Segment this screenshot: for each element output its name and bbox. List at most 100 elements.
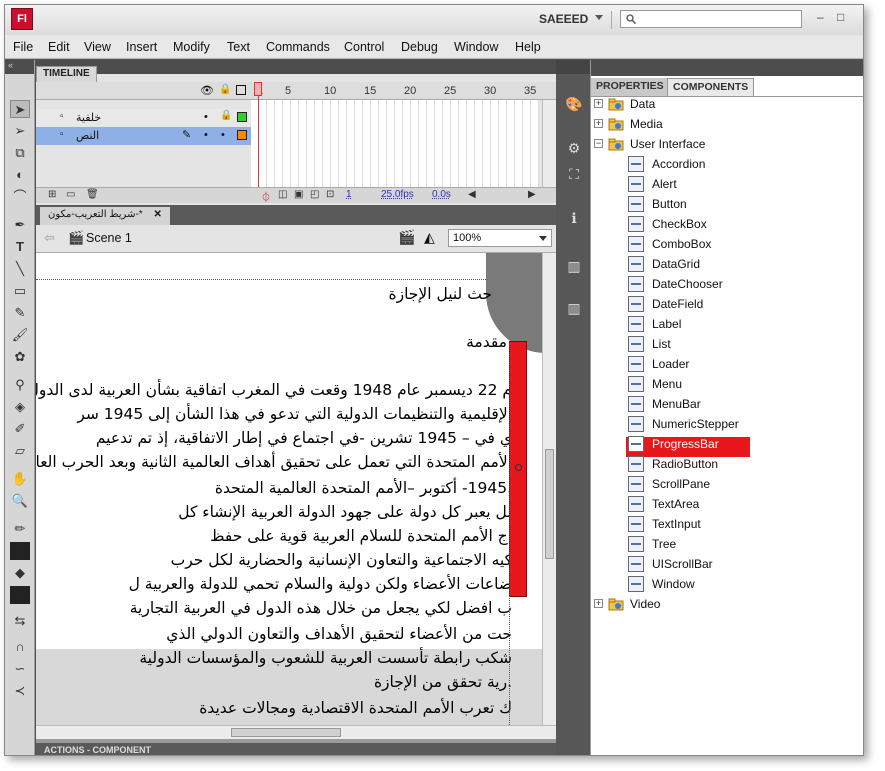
component-item-accordion[interactable]: Accordion <box>628 154 768 174</box>
layer-row[interactable]: ▫ خلفية • 🔒 <box>36 109 251 127</box>
onion-outline-icon[interactable]: ▣ <box>294 189 303 200</box>
minimize-button[interactable]: – <box>817 10 824 24</box>
component-item-label[interactable]: Label <box>628 314 768 334</box>
layer-color-swatch[interactable] <box>237 112 247 122</box>
menu-window[interactable]: Window <box>454 40 498 54</box>
delete-layer-icon[interactable]: 🗑 <box>86 189 99 200</box>
layer-row-selected[interactable]: ▫ النص ✎ • • <box>36 127 251 145</box>
tab-components[interactable]: COMPONENTS <box>667 78 755 96</box>
smooth-icon[interactable]: ∽ <box>10 660 30 678</box>
library-icon[interactable]: ⚙ <box>563 140 585 160</box>
maximize-button[interactable]: □ <box>837 10 844 24</box>
eyedropper-tool-icon[interactable]: ✐ <box>10 420 30 438</box>
eye-icon[interactable]: 👁 <box>200 84 214 97</box>
outline-icon[interactable] <box>236 85 246 95</box>
line-tool-icon[interactable]: ╲ <box>10 260 30 278</box>
scroll-right-icon[interactable]: ▶ <box>528 189 536 200</box>
new-layer-icon[interactable]: ⊞ <box>48 189 56 200</box>
workspace-switcher[interactable]: SAEEED <box>539 12 588 26</box>
collapse-icon[interactable]: − <box>594 139 603 148</box>
component-item-textinput[interactable]: TextInput <box>628 514 768 534</box>
component-item-datechooser[interactable]: DateChooser <box>628 274 768 294</box>
timeline-scrollbar[interactable] <box>542 100 556 188</box>
scroll-left-icon[interactable]: ◀ <box>468 189 476 200</box>
expand-icon[interactable]: + <box>594 99 603 108</box>
component-item-scrollpane[interactable]: ScrollPane <box>628 474 768 494</box>
selection-tool-icon[interactable]: ➤ <box>10 100 30 118</box>
stroke-color-icon[interactable]: ✏ <box>10 520 30 538</box>
component-item-loader[interactable]: Loader <box>628 354 768 374</box>
component-item-tree[interactable]: Tree <box>628 534 768 554</box>
layer-color-swatch[interactable] <box>237 130 247 140</box>
menu-file[interactable]: File <box>13 40 33 54</box>
new-folder-icon[interactable]: ▭ <box>66 189 75 200</box>
menu-commands[interactable]: Commands <box>266 40 330 54</box>
component-item-uiscrollbar[interactable]: UIScrollBar <box>628 554 768 574</box>
component-item-menu[interactable]: Menu <box>628 374 768 394</box>
menu-view[interactable]: View <box>84 40 111 54</box>
center-frame-icon[interactable]: ⏀ <box>261 189 271 204</box>
swap-colors-icon[interactable]: ⇆ <box>10 612 30 630</box>
menu-debug[interactable]: Debug <box>401 40 438 54</box>
edit-multiple-icon[interactable]: ◰ <box>310 189 319 200</box>
component-item-list[interactable]: List <box>628 334 768 354</box>
menu-modify[interactable]: Modify <box>173 40 210 54</box>
back-arrow-icon[interactable]: ⇦ <box>44 230 55 246</box>
pencil-tool-icon[interactable]: ✎ <box>10 304 30 322</box>
component-item-progressbar[interactable]: ProgressBar <box>628 434 768 454</box>
rectangle-tool-icon[interactable]: ▭ <box>10 282 30 300</box>
search-input[interactable] <box>620 10 802 28</box>
stroke-color-swatch[interactable] <box>10 542 30 560</box>
bone-tool-icon[interactable]: ⚲ <box>10 376 30 394</box>
scroll-thumb[interactable] <box>545 449 554 559</box>
visibility-dot-icon[interactable]: • <box>204 111 208 123</box>
playhead[interactable] <box>254 82 262 96</box>
fill-color-icon[interactable]: ◆ <box>10 564 30 582</box>
align-icon[interactable]: ▥ <box>563 258 585 278</box>
component-item-menubar[interactable]: MenuBar <box>628 394 768 414</box>
snap-magnet-icon[interactable]: ∩ <box>10 638 30 656</box>
pen-tool-icon[interactable]: ✒ <box>10 216 30 234</box>
expand-icon[interactable]: + <box>594 599 603 608</box>
lock-icon[interactable]: 🔒 <box>219 84 231 95</box>
deco-tool-icon[interactable]: ✿ <box>10 348 30 366</box>
component-item-textarea[interactable]: TextArea <box>628 494 768 514</box>
component-item-datefield[interactable]: DateField <box>628 294 768 314</box>
onion-markers-icon[interactable]: ⊡ <box>326 189 334 200</box>
component-item-window[interactable]: Window <box>628 574 768 594</box>
close-icon[interactable]: ✕ <box>153 209 161 220</box>
progressbar-instance[interactable] <box>509 341 527 597</box>
component-item-button[interactable]: Button <box>628 194 768 214</box>
menu-edit[interactable]: Edit <box>48 40 70 54</box>
zoom-select[interactable]: 100% <box>448 229 552 247</box>
lock-icon[interactable]: 🔒 <box>220 110 232 121</box>
component-item-combobox[interactable]: ComboBox <box>628 234 768 254</box>
lock-dot-icon[interactable]: • <box>221 129 225 141</box>
chevron-down-icon[interactable] <box>595 15 603 20</box>
swatches-icon[interactable]: ▥ <box>563 300 585 320</box>
edit-scene-icon[interactable]: 🎬 <box>398 229 415 246</box>
brush-tool-icon[interactable]: 🖌 <box>10 326 30 344</box>
tab-properties[interactable]: PROPERTIES <box>591 78 669 96</box>
menu-help[interactable]: Help <box>515 40 541 54</box>
transform-icon[interactable]: ⛶ <box>563 166 585 186</box>
paint-bucket-tool-icon[interactable]: ◈ <box>10 398 30 416</box>
flash-logo[interactable]: Fl <box>11 8 33 30</box>
color-panel-icon[interactable]: 🎨 <box>563 96 585 116</box>
scroll-thumb[interactable] <box>231 728 341 737</box>
menu-insert[interactable]: Insert <box>126 40 157 54</box>
onion-skin-icon[interactable]: ◫ <box>278 189 287 200</box>
zoom-tool-icon[interactable]: 🔍 <box>10 492 30 510</box>
actions-panel-tab[interactable]: ACTIONS - COMPONENT <box>36 743 556 755</box>
expand-icon[interactable]: + <box>594 119 603 128</box>
timeline-tab[interactable]: TIMELINE <box>36 66 97 82</box>
component-item-radiobutton[interactable]: RadioButton <box>628 454 768 474</box>
straighten-icon[interactable]: ≺ <box>10 682 30 700</box>
visibility-dot-icon[interactable]: • <box>204 129 208 141</box>
lasso-tool-icon[interactable]: ⌒ <box>10 188 30 206</box>
stage-vertical-scrollbar[interactable] <box>542 253 556 725</box>
collapse-icon[interactable]: « <box>5 60 34 74</box>
menu-text[interactable]: Text <box>227 40 250 54</box>
text-tool-icon[interactable]: T <box>10 238 30 256</box>
3d-rotation-tool-icon[interactable]: ◐ <box>10 166 30 184</box>
